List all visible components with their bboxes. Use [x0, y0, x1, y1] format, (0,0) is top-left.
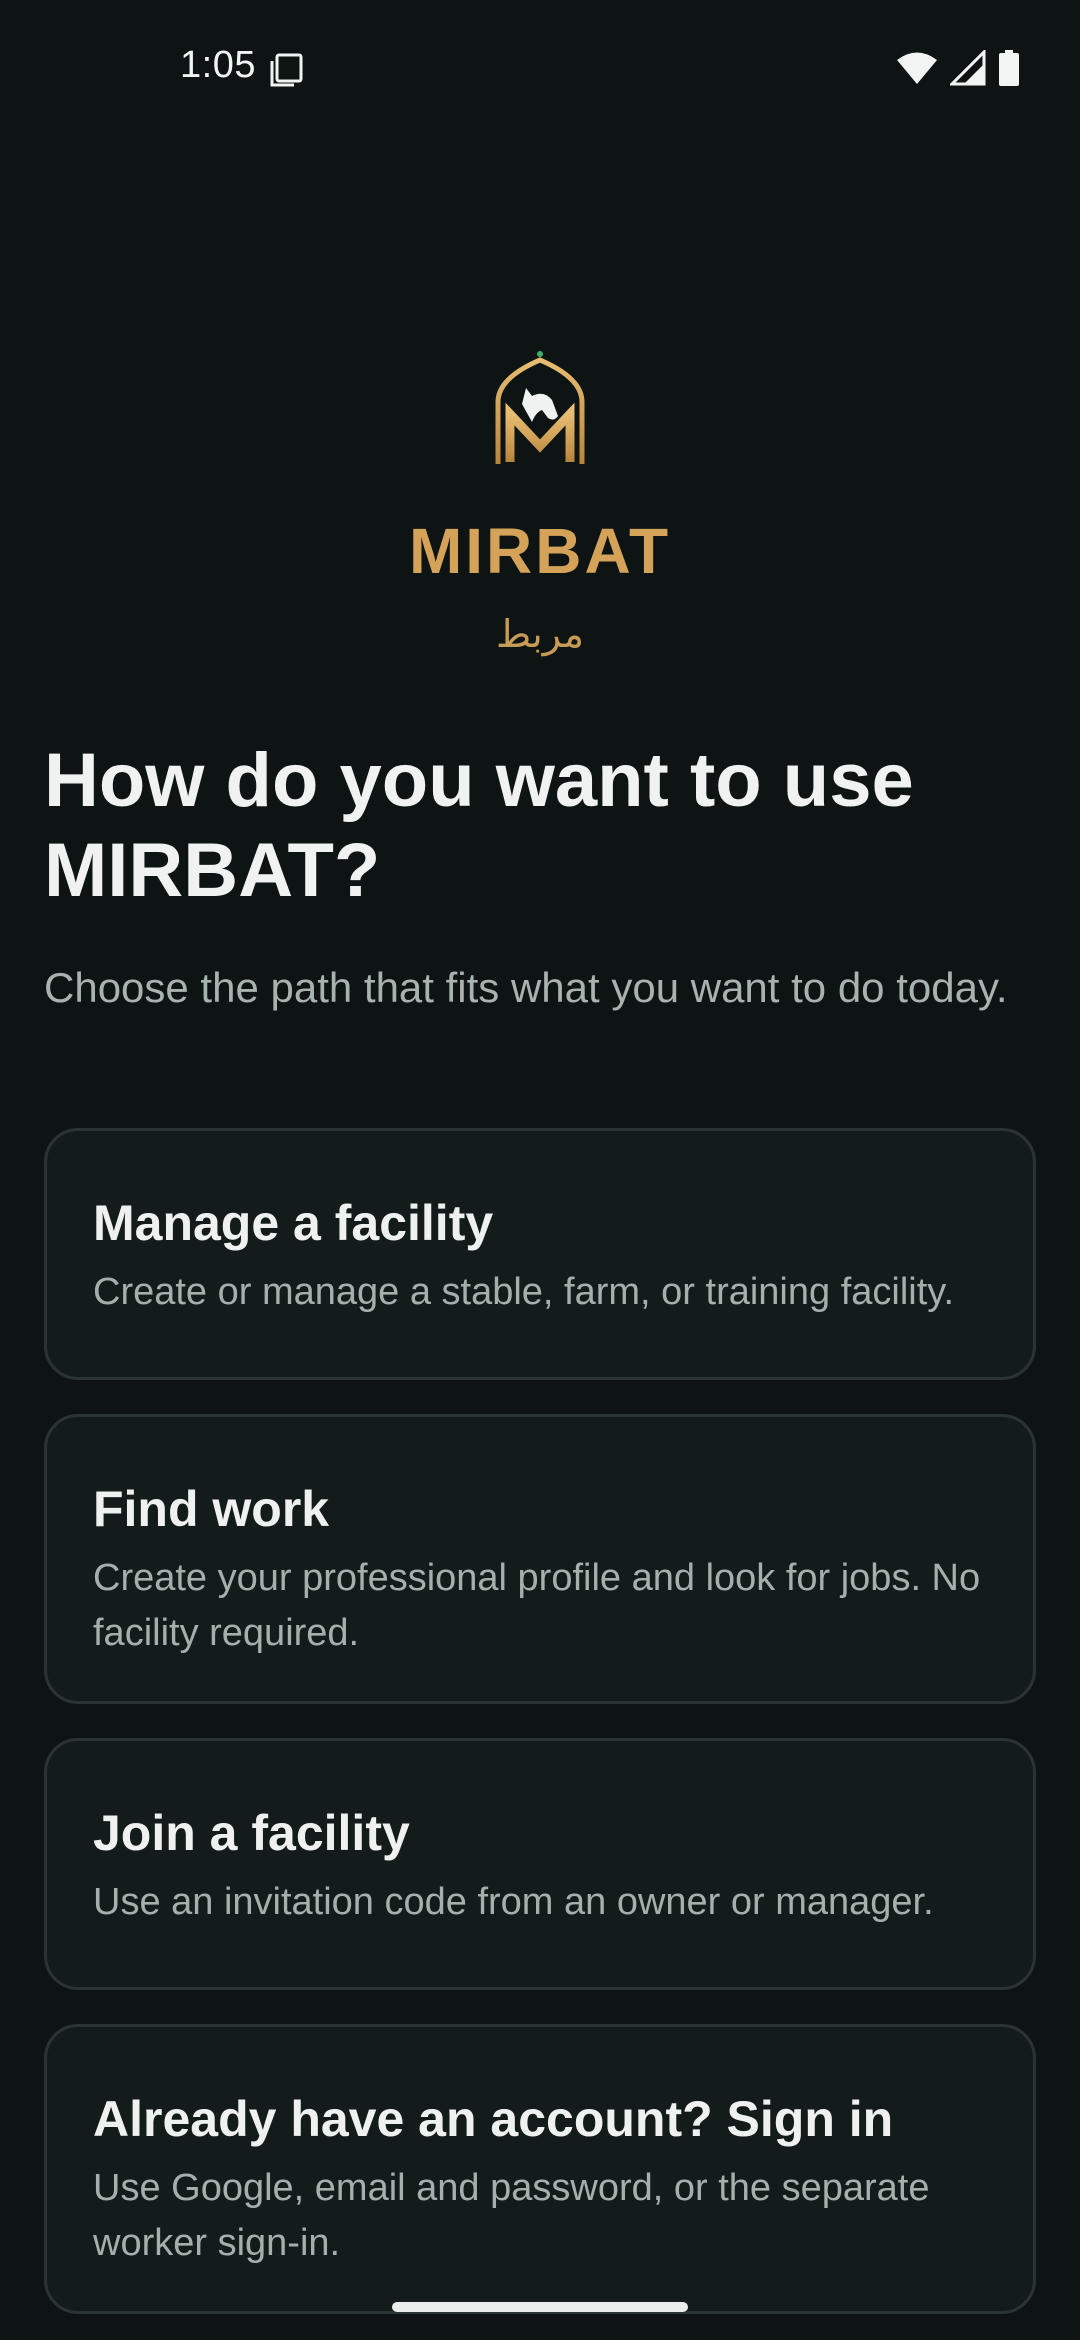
onboarding-screen: 1:05 MIRBAT مربط How do you want to use … — [0, 0, 1080, 2340]
manage-facility-card[interactable]: Manage a facility Create or manage a sta… — [44, 1128, 1036, 1380]
card-title: Find work — [93, 1481, 330, 1537]
card-description: Use an invitation code from an owner or … — [93, 1881, 934, 1923]
card-title: Already have an account? Sign in — [93, 2091, 894, 2147]
status-time: 1:05 — [180, 44, 256, 86]
battery-icon — [998, 50, 1020, 91]
wifi-icon — [896, 51, 938, 90]
card-title: Join a facility — [93, 1805, 410, 1861]
card-description: Use Google, email and password, or the s… — [93, 2167, 930, 2264]
screenshot-icon — [268, 52, 304, 93]
status-icons — [896, 48, 1020, 91]
signal-icon — [948, 48, 986, 91]
brand-name: MIRBAT — [408, 515, 672, 587]
mirbat-logo-icon — [492, 350, 588, 466]
page-title: How do you want to use MIRBAT? — [44, 738, 914, 913]
find-work-card[interactable]: Find work Create your professional profi… — [44, 1414, 1036, 1704]
page-subtitle: Choose the path that fits what you want … — [44, 964, 1008, 1011]
card-title: Manage a facility — [93, 1195, 494, 1251]
home-indicator[interactable] — [392, 2302, 688, 2312]
sign-in-card[interactable]: Already have an account? Sign in Use Goo… — [44, 2024, 1036, 2314]
card-description: Create your professional profile and loo… — [93, 1557, 981, 1654]
status-bar: 1:05 — [0, 0, 1080, 140]
join-facility-card[interactable]: Join a facility Use an invitation code f… — [44, 1738, 1036, 1990]
brand-arabic-name: مربط — [496, 614, 584, 656]
card-description: Create or manage a stable, farm, or trai… — [93, 1271, 955, 1313]
